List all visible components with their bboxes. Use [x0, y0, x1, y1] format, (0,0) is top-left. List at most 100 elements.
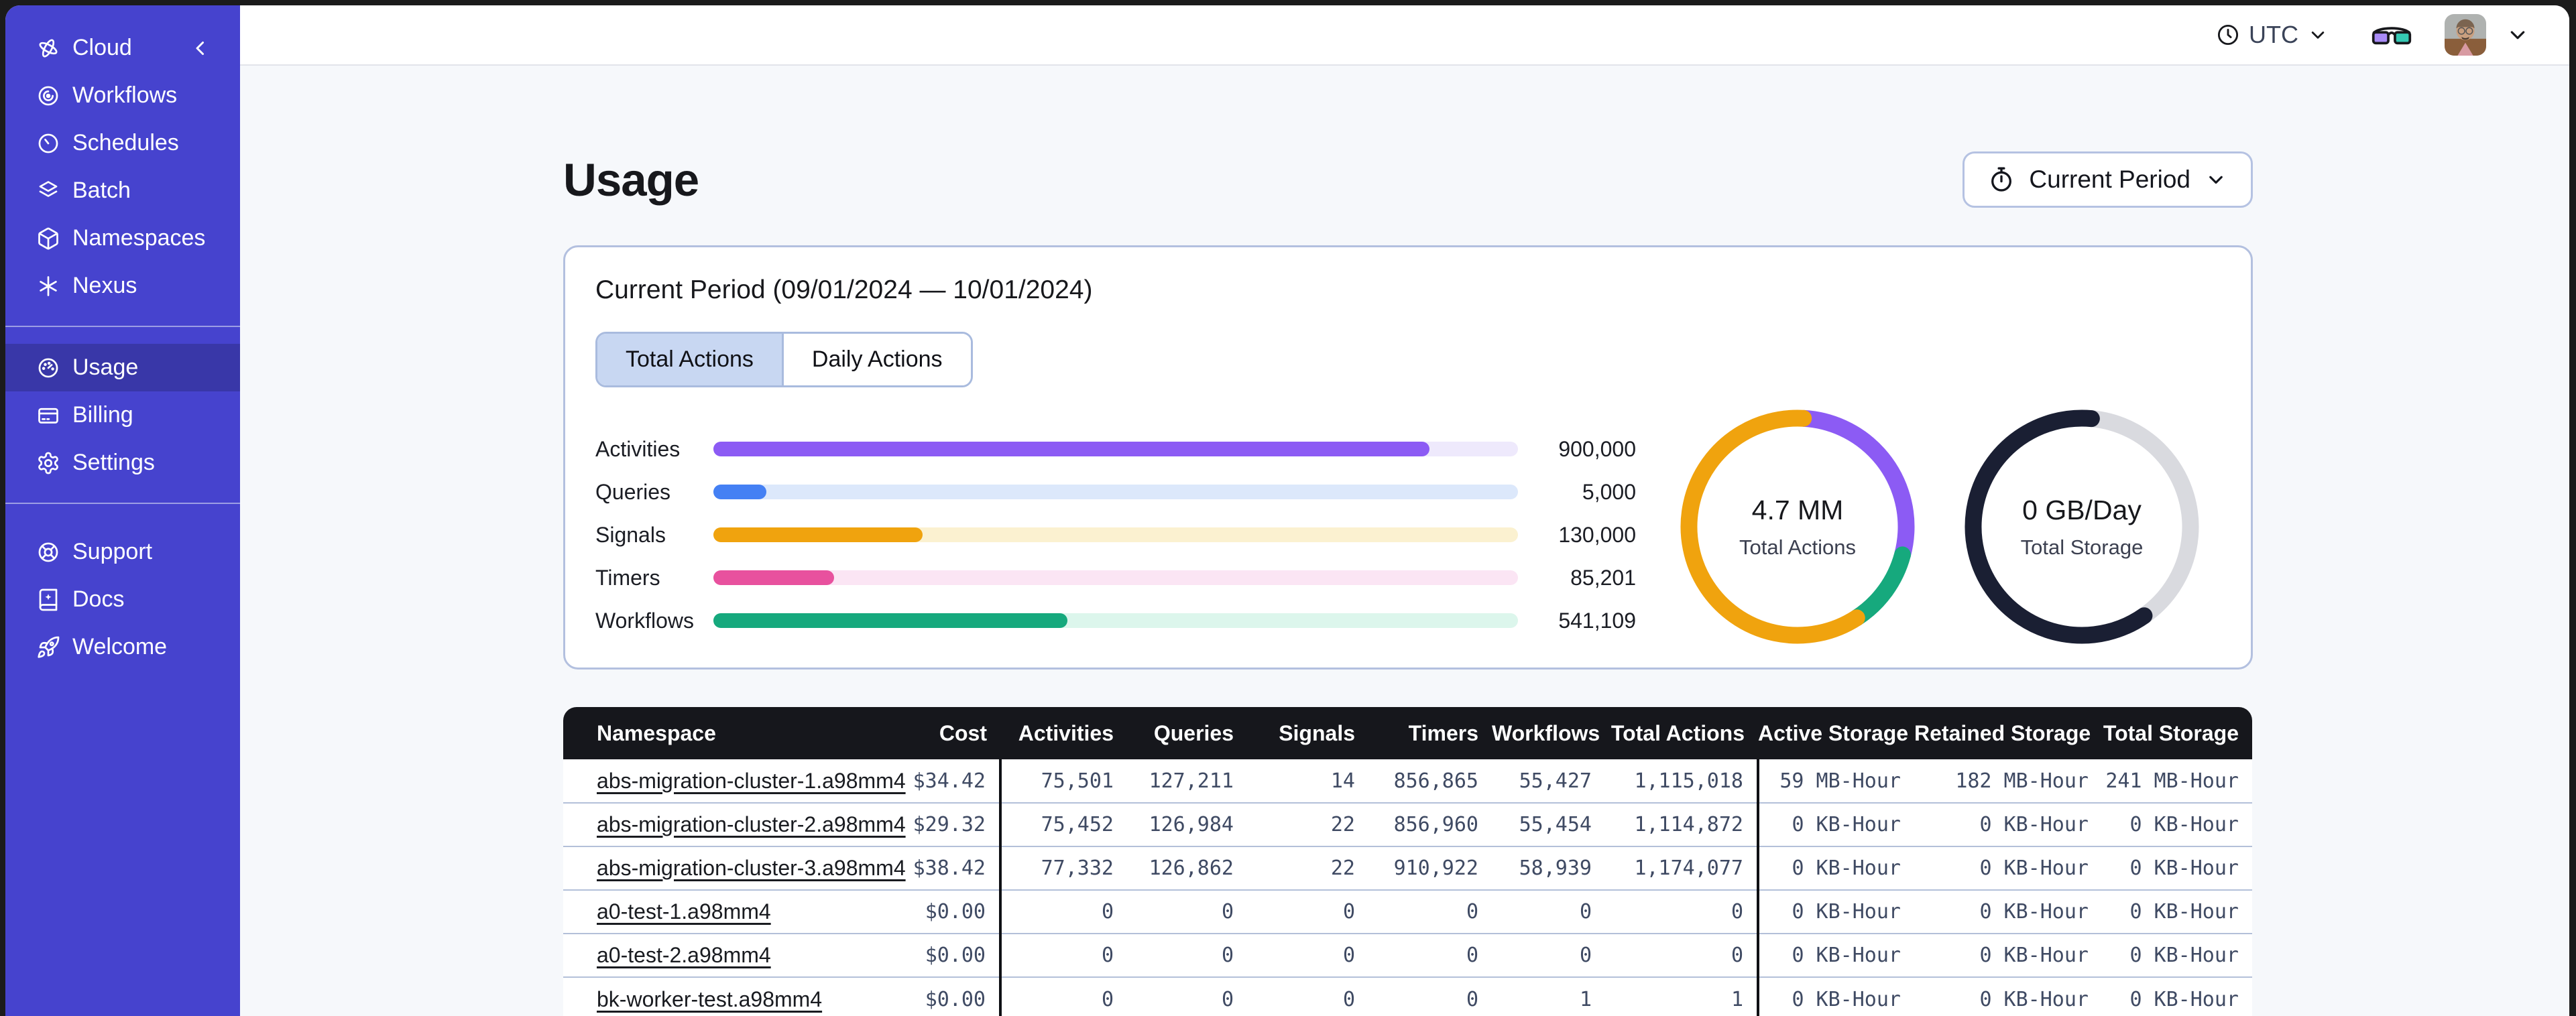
tab-daily-actions[interactable]: Daily Actions [781, 334, 971, 385]
main-content: Usage Current Period Current Period (09/… [240, 67, 2569, 1016]
total-actions-donut: 4.7 MM Total Actions [1677, 406, 1918, 647]
schedules-icon [36, 131, 60, 155]
usage-bar-chart: Activities 900,000 Queries 5,000 Signals 130,… [595, 428, 1652, 642]
column-header-total-storage: Total Storage [2102, 707, 2252, 759]
sidebar-item-label: Welcome [72, 634, 168, 659]
avatar-image [2445, 14, 2486, 56]
cell-workflows: 1 [1492, 976, 1605, 1016]
cell-timers: 910,922 [1368, 846, 1492, 890]
bar-track [713, 570, 1518, 585]
avatar[interactable] [2445, 14, 2486, 56]
timezone-selector[interactable]: UTC [2215, 21, 2329, 49]
cell-retained-storage: 182 MB-Hour [1914, 759, 2102, 803]
sidebar-item-namespaces[interactable]: Namespaces [5, 214, 240, 262]
cell-activities: 0 [1000, 889, 1127, 934]
cell-signals: 0 [1247, 933, 1368, 977]
sidebar: Cloud Workflows Schedules Batch Namespaces Ne… [5, 5, 240, 1016]
period-selector-button[interactable]: Current Period [1963, 151, 2253, 208]
docs-icon [36, 588, 60, 612]
cell-activities: 0 [1000, 933, 1127, 977]
namespace-link[interactable]: a0-test-2.a98mm4 [597, 943, 771, 967]
cell-namespace: bk-worker-test.a98mm4 [563, 976, 865, 1016]
table-row: abs-migration-cluster-3.a98mm4 $38.42 77,3… [563, 846, 2252, 890]
sidebar-item-billing[interactable]: Billing [5, 391, 240, 439]
sidebar-item-label: Nexus [72, 273, 137, 298]
cell-timers: 0 [1368, 976, 1492, 1016]
table-row: abs-migration-cluster-2.a98mm4 $29.32 75,4… [563, 802, 2252, 846]
total-storage-donut: 0 GB/Day Total Storage [1961, 406, 2203, 647]
table-row: a0-test-2.a98mm4 $0.00 0 0 0 0 0 0 0 KB-Hour 0 KB… [563, 933, 2252, 977]
column-header-active-storage: Active Storage [1758, 707, 1914, 759]
table-row: a0-test-1.a98mm4 $0.00 0 0 0 0 0 0 0 KB-Hour 0 KB… [563, 889, 2252, 934]
labs-glasses-toggle[interactable] [2371, 22, 2412, 48]
collapse-sidebar-icon [196, 41, 204, 55]
cell-total-storage: 0 KB-Hour [2102, 933, 2252, 977]
cell-workflows: 0 [1492, 889, 1605, 934]
cell-total-storage: 0 KB-Hour [2102, 846, 2252, 890]
cell-signals: 22 [1247, 802, 1368, 846]
sidebar-item-nexus[interactable]: Nexus [5, 262, 240, 310]
usage-icon [36, 356, 60, 380]
panel-title: Current Period (09/01/2024 — 10/01/2024) [595, 275, 1093, 304]
bar-track [713, 442, 1518, 456]
namespace-link[interactable]: bk-worker-test.a98mm4 [597, 987, 822, 1011]
sidebar-item-docs[interactable]: Docs [5, 576, 240, 623]
bar-fill [713, 442, 1429, 456]
welcome-icon [36, 635, 60, 659]
bar-value: 541,109 [1558, 608, 1636, 633]
cell-total-storage: 241 MB-Hour [2102, 759, 2252, 803]
namespace-link[interactable]: abs-migration-cluster-2.a98mm4 [597, 812, 906, 836]
bar-label: Activities [595, 436, 681, 461]
bar-row-timers: Timers 85,201 [595, 556, 1652, 599]
sidebar-item-settings[interactable]: Settings [5, 439, 240, 487]
cell-cost: $0.00 [865, 976, 1002, 1016]
sidebar-item-welcome[interactable]: Welcome [5, 623, 240, 671]
actions-tab-group: Total Actions Daily Actions [595, 332, 973, 387]
cell-total-actions: 1 [1605, 976, 1759, 1016]
bar-row-activities: Activities 900,000 [595, 428, 1652, 470]
sidebar-item-schedules[interactable]: Schedules [5, 119, 240, 167]
bar-track [713, 613, 1518, 628]
column-header-retained-storage: Retained Storage [1914, 707, 2102, 759]
cell-workflows: 0 [1492, 933, 1605, 977]
sidebar-item-usage[interactable]: Usage [5, 344, 240, 391]
cell-namespace: a0-test-2.a98mm4 [563, 933, 865, 977]
cell-active-storage: 0 KB-Hour [1758, 933, 1914, 977]
cell-namespace: a0-test-1.a98mm4 [563, 889, 865, 934]
cell-namespace: abs-migration-cluster-3.a98mm4 [563, 846, 906, 890]
column-header-queries: Queries [1127, 707, 1247, 759]
cell-queries: 126,984 [1127, 802, 1247, 846]
collapse-sidebar-button[interactable] [189, 24, 212, 72]
sidebar-item-workflows[interactable]: Workflows [5, 72, 240, 119]
page-title: Usage [563, 153, 699, 206]
sidebar-item-batch[interactable]: Batch [5, 167, 240, 214]
sidebar-item-support[interactable]: Support [5, 528, 240, 576]
bar-fill [713, 613, 1067, 628]
cell-total-storage: 0 KB-Hour [2102, 802, 2252, 846]
sidebar-item-label: Billing [72, 402, 133, 428]
cloud-logo-icon [36, 36, 60, 60]
cell-timers: 856,865 [1368, 759, 1492, 803]
bar-fill [713, 527, 923, 542]
donut-value: 4.7 MM [1751, 494, 1844, 525]
namespace-link[interactable]: abs-migration-cluster-3.a98mm4 [597, 856, 906, 880]
namespace-link[interactable]: abs-migration-cluster-1.a98mm4 [597, 769, 906, 793]
sidebar-item-cloud[interactable]: Cloud [5, 24, 240, 72]
stopwatch-icon [1991, 167, 2012, 192]
sidebar-item-label: Support [72, 539, 153, 564]
cell-timers: 0 [1368, 889, 1492, 934]
column-header-total-actions: Total Actions [1605, 707, 1758, 759]
sidebar-item-label: Workflows [72, 82, 178, 108]
column-header-timers: Timers [1368, 707, 1492, 759]
tab-total-actions[interactable]: Total Actions [597, 334, 782, 385]
workflows-icon [36, 84, 60, 108]
cell-total-storage: 0 KB-Hour [2102, 889, 2252, 934]
bar-value: 85,201 [1570, 565, 1636, 590]
cell-queries: 0 [1127, 976, 1247, 1016]
cell-active-storage: 59 MB-Hour [1758, 759, 1914, 803]
namespace-link[interactable]: a0-test-1.a98mm4 [597, 899, 771, 924]
account-menu-toggle[interactable] [2505, 22, 2530, 48]
bar-track [713, 485, 1518, 499]
billing-icon [36, 403, 60, 428]
bar-fill [713, 485, 767, 499]
